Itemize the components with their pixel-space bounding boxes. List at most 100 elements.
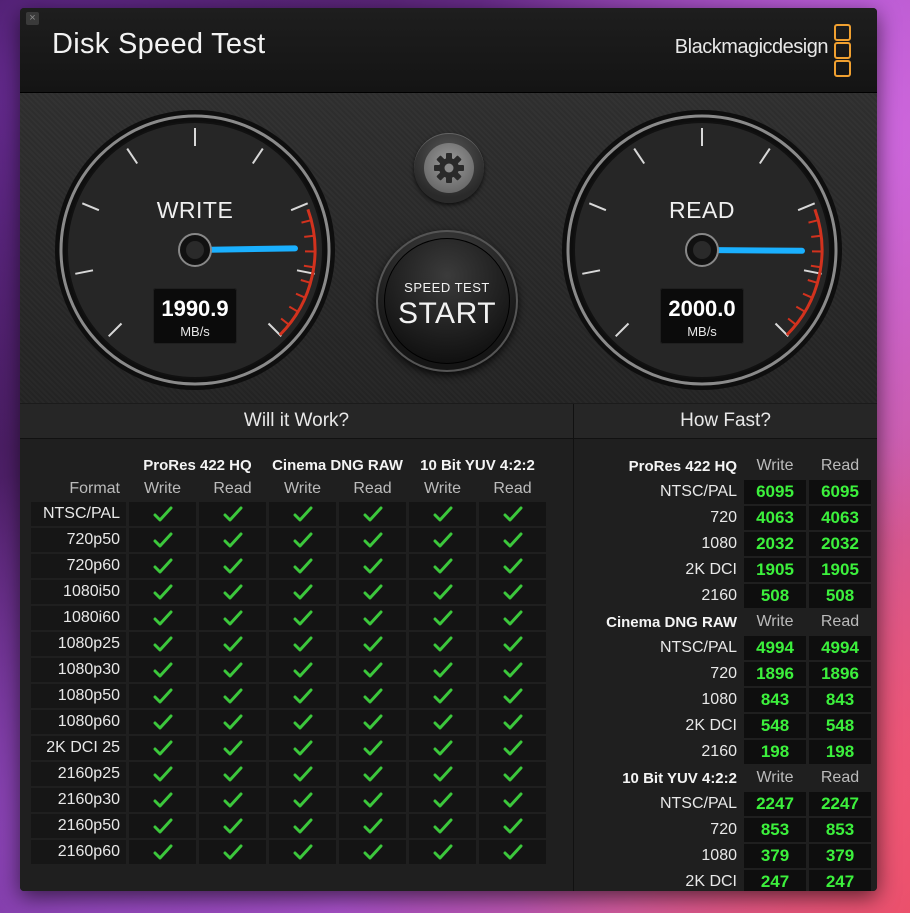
checkmark-icon (293, 662, 312, 678)
start-button[interactable]: SPEED TEST START (376, 230, 518, 372)
read-fps-value: 853 (809, 818, 871, 842)
table-row: 1080i50 (31, 580, 546, 604)
table-row: 2K DCI 247 247 (581, 870, 871, 891)
codec-group-title: ProRes 422 HQ (628, 457, 737, 475)
checkmark-icon (223, 506, 242, 522)
read-subheader: Read (353, 480, 392, 497)
checkmark-icon (363, 558, 382, 574)
checkmark-cell (199, 580, 266, 604)
read-readout: 2000.0 MB/s (660, 288, 744, 344)
checkmark-icon (433, 532, 452, 548)
table-row: 2160 198 198 (581, 740, 871, 764)
checkmark-cell (199, 684, 266, 708)
checkmark-cell (129, 710, 196, 734)
checkmark-cell (479, 814, 546, 838)
write-gauge: WRITE 1990.9 MB/s (50, 105, 340, 395)
read-column-header: Read (820, 613, 860, 630)
checkmark-cell (129, 684, 196, 708)
checkmark-cell (129, 632, 196, 656)
close-button[interactable]: × (26, 12, 39, 25)
read-gauge: READ 2000.0 MB/s (557, 105, 847, 395)
checkmark-icon (293, 532, 312, 548)
write-fps-value: 4994 (744, 636, 806, 660)
checkmark-cell (479, 658, 546, 682)
checkmark-icon (293, 714, 312, 730)
checkmark-cell (199, 502, 266, 526)
checkmark-cell (269, 762, 336, 786)
checkmark-cell (129, 736, 196, 760)
table-row: 1080 2032 2032 (581, 532, 871, 556)
format-label: 1080 (701, 535, 737, 552)
checkmark-cell (409, 554, 476, 578)
table-row: NTSC/PAL 6095 6095 (581, 480, 871, 504)
checkmark-icon (363, 662, 382, 678)
format-label: 1080i60 (31, 606, 126, 630)
write-fps-value: 6095 (744, 480, 806, 504)
checkmark-icon (223, 818, 242, 834)
checkmark-cell (129, 762, 196, 786)
checkmark-icon (223, 532, 242, 548)
start-button-caption: SPEED TEST (404, 280, 490, 295)
checkmark-icon (433, 688, 452, 704)
write-fps-value: 247 (744, 870, 806, 891)
checkmark-cell (409, 840, 476, 864)
checkmark-icon (293, 636, 312, 652)
checkmark-cell (479, 762, 546, 786)
table-row: 720 1896 1896 (581, 662, 871, 686)
checkmark-cell (409, 762, 476, 786)
checkmark-icon (503, 610, 522, 626)
write-dial (55, 110, 335, 390)
read-subheader: Read (213, 480, 252, 497)
checkmark-cell (269, 814, 336, 838)
checkmark-cell (269, 528, 336, 552)
checkmark-icon (223, 584, 242, 600)
write-fps-value: 1905 (744, 558, 806, 582)
checkmark-icon (153, 610, 172, 626)
checkmark-icon (293, 740, 312, 756)
checkmark-cell (479, 632, 546, 656)
checkmark-cell (479, 840, 546, 864)
checkmark-icon (503, 766, 522, 782)
table-row: 1080 379 379 (581, 844, 871, 868)
checkmark-icon (153, 636, 172, 652)
table-row: 2160p60 (31, 840, 546, 864)
checkmark-cell (479, 554, 546, 578)
start-button-face: SPEED TEST START (384, 238, 510, 364)
table-row: 720 853 853 (581, 818, 871, 842)
checkmark-icon (363, 610, 382, 626)
checkmark-icon (223, 610, 242, 626)
settings-button[interactable] (414, 133, 484, 203)
checkmark-icon (223, 766, 242, 782)
checkmark-cell (129, 606, 196, 630)
checkmark-cell (409, 710, 476, 734)
write-fps-value: 853 (744, 818, 806, 842)
checkmark-icon (433, 818, 452, 834)
checkmark-cell (129, 658, 196, 682)
checkmark-icon (293, 506, 312, 522)
checkmark-icon (503, 688, 522, 704)
checkmark-icon (503, 584, 522, 600)
read-fps-value: 4063 (809, 506, 871, 530)
write-fps-value: 1896 (744, 662, 806, 686)
format-label: 1080 (701, 691, 737, 708)
table-row: 2K DCI 1905 1905 (581, 558, 871, 582)
checkmark-icon (363, 506, 382, 522)
codec-header-row: ProRes 422 HQ Cinema DNG RAW 10 Bit YUV … (31, 454, 546, 476)
group-header-row: Cinema DNG RAW Write Read (581, 610, 871, 634)
checkmark-cell (199, 762, 266, 786)
format-label: 720p50 (31, 528, 126, 552)
read-fps-value: 2032 (809, 532, 871, 556)
write-column-header: Write (756, 613, 794, 630)
checkmark-cell (269, 736, 336, 760)
read-fps-value: 198 (809, 740, 871, 764)
app-window: × Disk Speed Test Blackmagicdesign WRITE… (20, 8, 877, 891)
checkmark-icon (153, 714, 172, 730)
checkmark-cell (199, 606, 266, 630)
read-fps-value: 1905 (809, 558, 871, 582)
checkmark-cell (339, 762, 406, 786)
checkmark-icon (363, 532, 382, 548)
how-fast-title: How Fast? (574, 404, 877, 439)
checkmark-cell (199, 554, 266, 578)
checkmark-cell (339, 736, 406, 760)
gauge-panel: WRITE 1990.9 MB/s SPEED TEST START READ … (20, 93, 877, 403)
